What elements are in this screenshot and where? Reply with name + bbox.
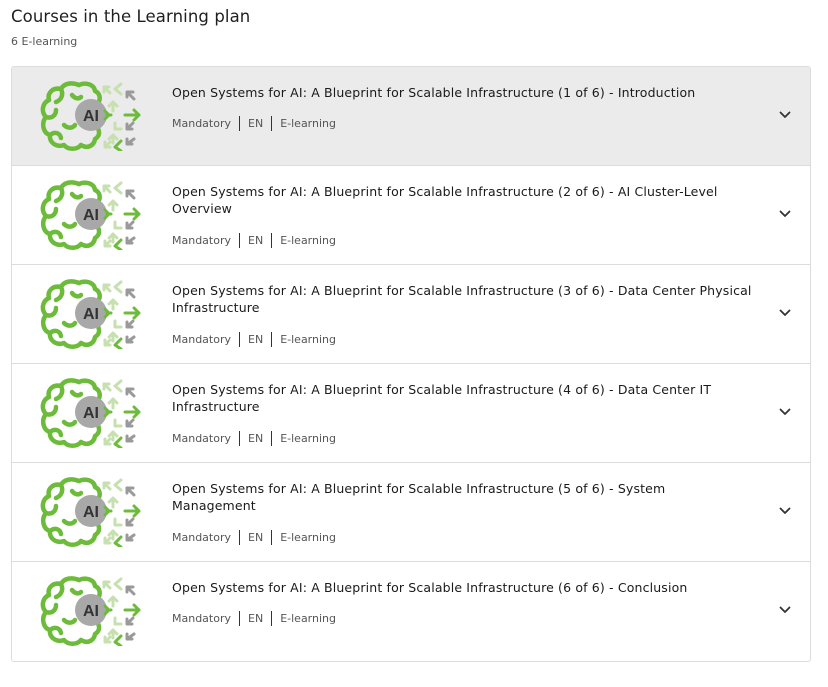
chevron-down-icon[interactable] xyxy=(779,507,791,515)
course-meta: Mandatory EN E-learning xyxy=(172,431,336,446)
course-title[interactable]: Open Systems for AI: A Blueprint for Sca… xyxy=(172,282,752,316)
chevron-down-icon[interactable] xyxy=(779,210,791,218)
meta-divider xyxy=(239,116,241,131)
course-thumbnail-brain-ai-icon: AI xyxy=(40,477,141,547)
course-title[interactable]: Open Systems for AI: A Blueprint for Sca… xyxy=(172,381,752,415)
course-status: Mandatory xyxy=(172,333,232,346)
thumbnail-badge-text: AI xyxy=(83,108,99,125)
course-row[interactable]: AI Open Systems for AI: A Blueprint for … xyxy=(12,462,810,561)
course-language: EN xyxy=(248,234,264,247)
chevron-down-icon[interactable] xyxy=(779,111,791,119)
meta-divider xyxy=(239,611,241,626)
course-type: E-learning xyxy=(280,612,336,625)
meta-divider xyxy=(271,332,273,347)
course-type: E-learning xyxy=(280,333,336,346)
course-status: Mandatory xyxy=(172,117,232,130)
course-thumbnail-brain-ai-icon: AI xyxy=(40,279,141,349)
course-row[interactable]: AI Open Systems for AI: A Blueprint for … xyxy=(12,363,810,462)
thumbnail-badge-text: AI xyxy=(83,405,99,422)
course-status: Mandatory xyxy=(172,234,232,247)
course-language: EN xyxy=(248,531,264,544)
course-title[interactable]: Open Systems for AI: A Blueprint for Sca… xyxy=(172,183,752,217)
course-count: 6 E-learning xyxy=(11,35,78,48)
course-meta: Mandatory EN E-learning xyxy=(172,611,336,626)
meta-divider xyxy=(239,431,241,446)
thumbnail-badge-text: AI xyxy=(83,306,99,323)
course-thumbnail-brain-ai-icon: AI xyxy=(40,576,141,646)
course-status: Mandatory xyxy=(172,531,232,544)
course-row[interactable]: AI Open Systems for AI: A Blueprint for … xyxy=(12,561,810,661)
course-meta: Mandatory EN E-learning xyxy=(172,332,336,347)
page-title: Courses in the Learning plan xyxy=(11,7,251,26)
meta-divider xyxy=(271,611,273,626)
meta-divider xyxy=(271,431,273,446)
course-row[interactable]: AI Open Systems for AI: A Blueprint for … xyxy=(12,67,810,165)
course-type: E-learning xyxy=(280,117,336,130)
course-language: EN xyxy=(248,612,264,625)
meta-divider xyxy=(239,332,241,347)
course-thumbnail-brain-ai-icon: AI xyxy=(40,378,141,448)
meta-divider xyxy=(239,530,241,545)
chevron-down-icon[interactable] xyxy=(779,606,791,614)
course-type: E-learning xyxy=(280,531,336,544)
course-thumbnail-brain-ai-icon: AI xyxy=(40,180,141,250)
chevron-down-icon[interactable] xyxy=(779,408,791,416)
meta-divider xyxy=(239,233,241,248)
thumbnail-badge-text: AI xyxy=(83,207,99,224)
course-status: Mandatory xyxy=(172,432,232,445)
course-title[interactable]: Open Systems for AI: A Blueprint for Sca… xyxy=(172,84,752,101)
course-type: E-learning xyxy=(280,234,336,247)
meta-divider xyxy=(271,530,273,545)
course-thumbnail-brain-ai-icon: AI xyxy=(40,81,141,151)
thumbnail-badge-text: AI xyxy=(83,504,99,521)
course-meta: Mandatory EN E-learning xyxy=(172,116,336,131)
course-language: EN xyxy=(248,117,264,130)
course-list: AI Open Systems for AI: A Blueprint for … xyxy=(11,66,811,662)
course-language: EN xyxy=(248,333,264,346)
chevron-down-icon[interactable] xyxy=(779,309,791,317)
meta-divider xyxy=(271,233,273,248)
course-language: EN xyxy=(248,432,264,445)
course-title[interactable]: Open Systems for AI: A Blueprint for Sca… xyxy=(172,579,752,596)
learning-plan-page: Courses in the Learning plan 6 E-learnin… xyxy=(0,0,828,687)
course-meta: Mandatory EN E-learning xyxy=(172,530,336,545)
meta-divider xyxy=(271,116,273,131)
course-meta: Mandatory EN E-learning xyxy=(172,233,336,248)
course-title[interactable]: Open Systems for AI: A Blueprint for Sca… xyxy=(172,480,752,514)
course-status: Mandatory xyxy=(172,612,232,625)
course-row[interactable]: AI Open Systems for AI: A Blueprint for … xyxy=(12,165,810,264)
thumbnail-badge-text: AI xyxy=(83,603,99,620)
course-row[interactable]: AI Open Systems for AI: A Blueprint for … xyxy=(12,264,810,363)
course-type: E-learning xyxy=(280,432,336,445)
